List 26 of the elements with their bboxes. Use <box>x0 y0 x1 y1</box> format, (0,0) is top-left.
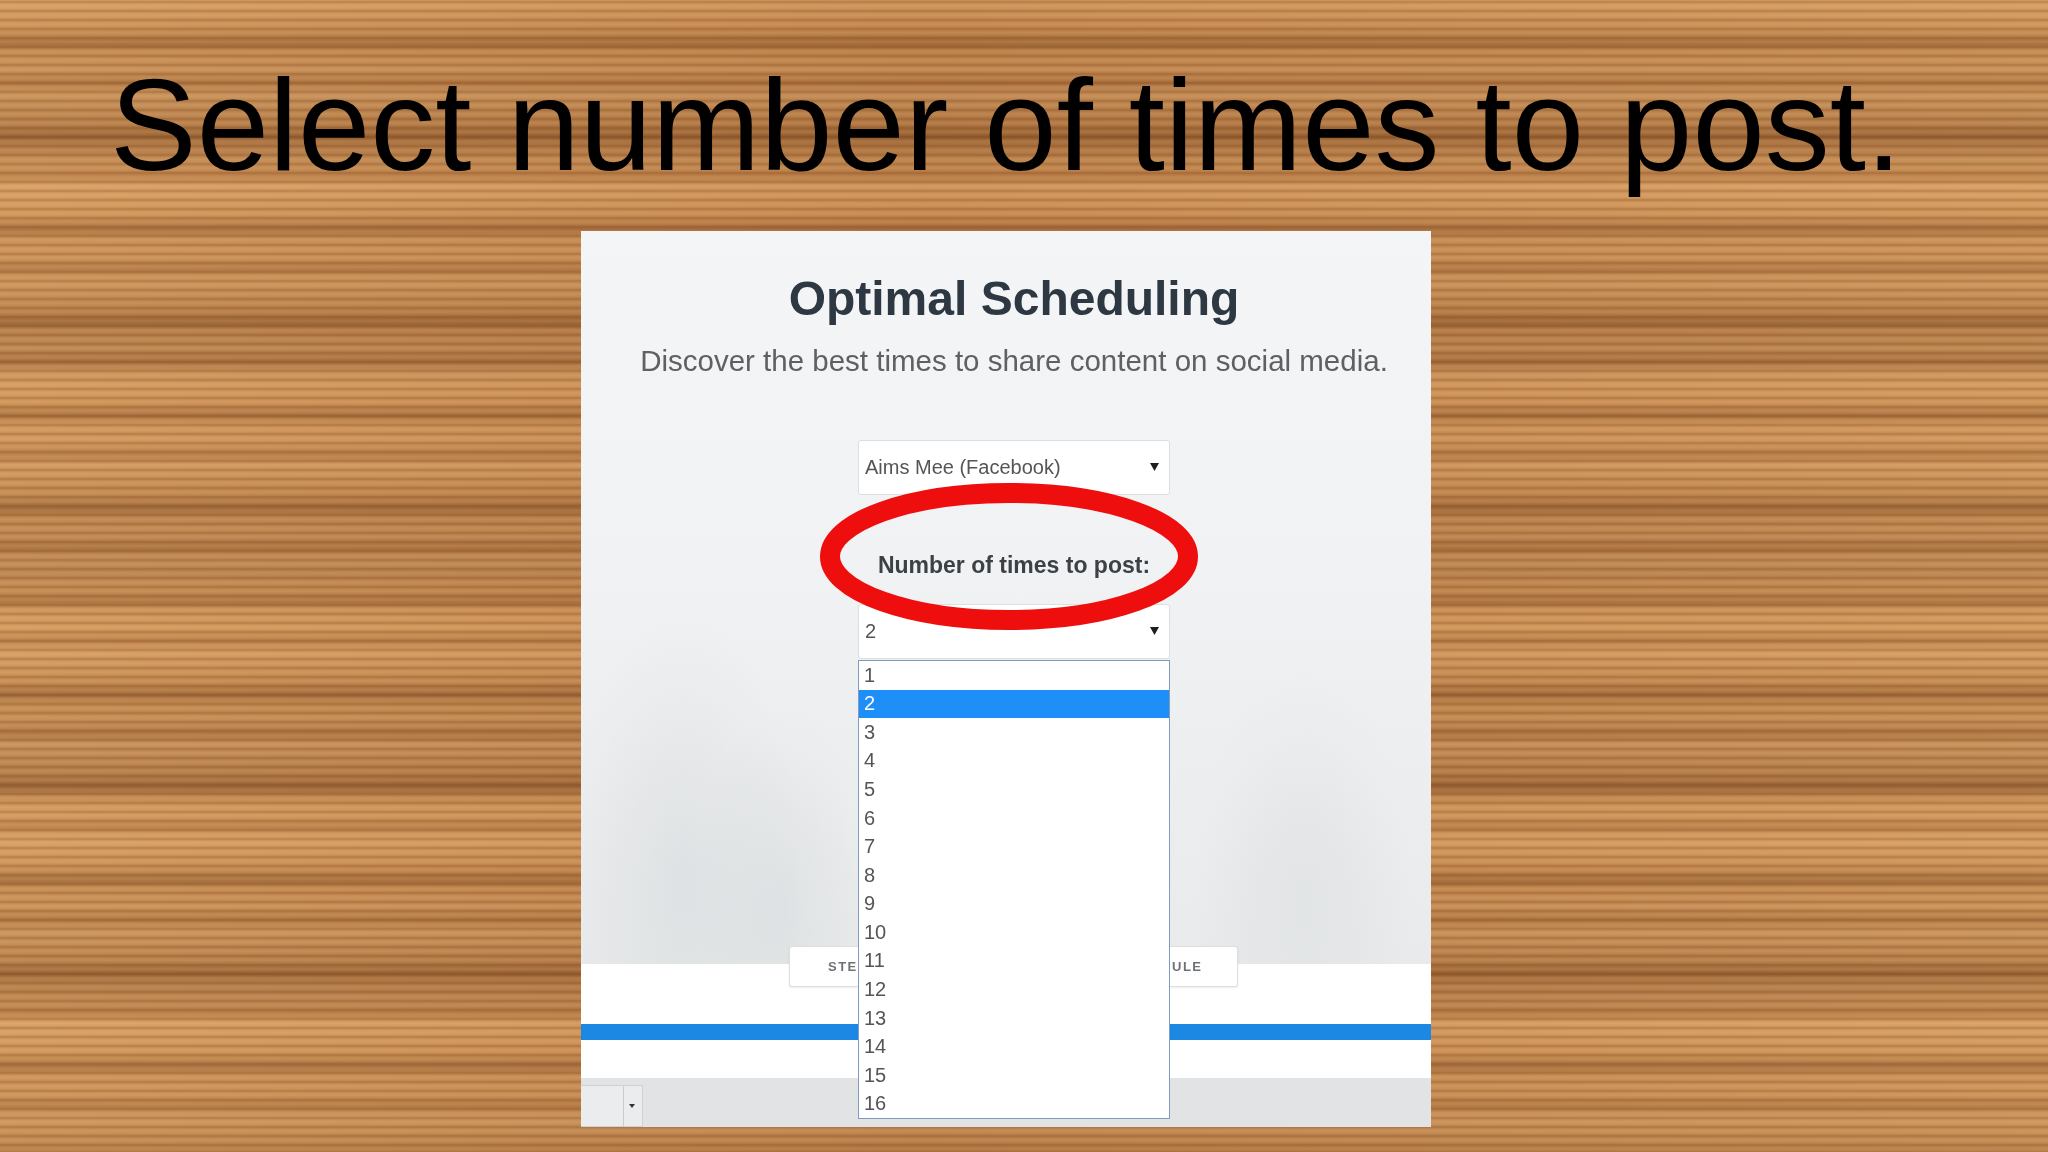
dropdown-option[interactable]: 6 <box>859 803 1169 833</box>
caret-icon <box>629 1104 635 1108</box>
app-subtitle: Discover the best times to share content on social media. <box>640 342 1388 379</box>
dropdown-option[interactable]: 14 <box>859 1032 1169 1061</box>
dropdown-option[interactable]: 11 <box>859 946 1169 976</box>
dropdown-option[interactable]: 7 <box>859 832 1169 861</box>
dropdown-option[interactable]: 12 <box>859 975 1169 1004</box>
dropdown-option[interactable]: 15 <box>859 1060 1169 1090</box>
account-select[interactable]: Aims Mee (Facebook) <box>858 439 1170 495</box>
dropdown-option[interactable]: 5 <box>859 775 1169 804</box>
dropdown-option[interactable]: 10 <box>859 918 1169 947</box>
app-heading: Optimal Scheduling <box>788 271 1240 327</box>
dropdown-option[interactable]: 1 <box>859 661 1169 690</box>
dropdown-option[interactable]: 13 <box>859 1003 1169 1033</box>
dropdown-option[interactable]: 4 <box>859 746 1169 776</box>
dropdown-option[interactable]: 8 <box>859 860 1169 890</box>
dropdown-option[interactable]: 3 <box>859 718 1169 747</box>
caret-icon <box>1150 463 1159 472</box>
post-count-label: Number of times to post: <box>877 550 1151 579</box>
button-left-part[interactable]: STE <box>789 946 858 987</box>
caret-icon <box>1150 627 1159 636</box>
slide-title: Select number of times to post. <box>110 51 1902 200</box>
dropdown-option[interactable]: 9 <box>859 889 1169 919</box>
small-select[interactable] <box>581 1085 643 1127</box>
dropdown-option[interactable]: 16 <box>859 1089 1169 1118</box>
button-right-part[interactable]: ULE <box>1170 946 1238 987</box>
